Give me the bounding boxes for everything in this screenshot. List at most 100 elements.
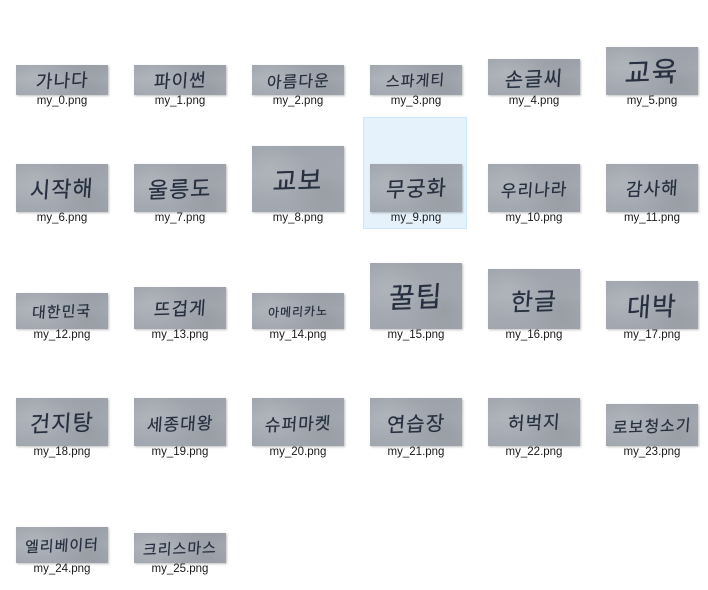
file-thumbnail[interactable]: 대박: [606, 281, 698, 329]
file-name-label: my_1.png: [154, 95, 206, 107]
file-tile[interactable]: 대한민국 my_12.png: [9, 234, 113, 346]
file-thumbnail[interactable]: 로보청소기: [606, 404, 698, 446]
file-thumbnail[interactable]: 시작해: [16, 164, 108, 212]
thumbnail-frame: 감사해: [600, 118, 704, 212]
handwriting-text: 한글: [509, 286, 558, 317]
file-tile[interactable]: 로보청소기 my_23.png: [599, 351, 703, 463]
file-thumbnail[interactable]: 크리스마스: [134, 533, 226, 563]
file-name-label: my_25.png: [151, 563, 209, 575]
file-name-label: my_7.png: [154, 212, 206, 224]
file-thumbnail[interactable]: 교육: [606, 47, 698, 95]
file-name-label: my_10.png: [505, 212, 563, 224]
thumbnail-frame: 허벅지: [482, 352, 586, 446]
thumbnail-frame: 로보청소기: [600, 352, 704, 446]
thumbnail-frame: 파이썬: [128, 1, 232, 95]
file-name-label: my_11.png: [623, 212, 681, 224]
file-tile[interactable]: 아메리카노 my_14.png: [245, 234, 349, 346]
file-tile[interactable]: 무궁화 my_9.png: [363, 117, 467, 229]
thumbnail-frame: 교보: [246, 118, 350, 212]
file-thumbnail[interactable]: 세종대왕: [134, 398, 226, 446]
file-tile[interactable]: 시작해 my_6.png: [9, 117, 113, 229]
file-thumbnail[interactable]: 무궁화: [370, 164, 462, 212]
file-name-label: my_24.png: [33, 563, 91, 575]
file-name-label: my_2.png: [272, 95, 324, 107]
handwriting-text: 감사해: [624, 178, 679, 201]
file-tile[interactable]: 크리스마스 my_25.png: [127, 468, 231, 580]
handwriting-text: 크리스마스: [142, 538, 218, 559]
thumbnail-frame: 시작해: [10, 118, 114, 212]
file-tile[interactable]: 건지탕 my_18.png: [9, 351, 113, 463]
file-tile[interactable]: 손글씨 my_4.png: [481, 0, 585, 112]
handwriting-text: 아메리카노: [267, 303, 329, 320]
file-tile[interactable]: 세종대왕 my_19.png: [127, 351, 231, 463]
file-tile[interactable]: 울릉도 my_7.png: [127, 117, 231, 229]
handwriting-text: 아름다운: [265, 70, 330, 93]
handwriting-text: 무궁화: [384, 175, 448, 203]
file-tile[interactable]: 허벅지 my_22.png: [481, 351, 585, 463]
file-thumbnail[interactable]: 파이썬: [134, 65, 226, 95]
file-tile[interactable]: 교보 my_8.png: [245, 117, 349, 229]
file-name-label: my_23.png: [623, 446, 681, 458]
handwriting-text: 교육: [623, 55, 680, 90]
file-thumbnail[interactable]: 대한민국: [16, 293, 108, 329]
file-name-label: my_4.png: [508, 95, 560, 107]
thumbnail-frame: 스파게티: [364, 1, 468, 95]
file-name-label: my_20.png: [269, 446, 327, 458]
file-tile[interactable]: 뜨겁게 my_13.png: [127, 234, 231, 346]
file-tile[interactable]: 파이썬 my_1.png: [127, 0, 231, 112]
file-thumbnail[interactable]: 연습장: [370, 398, 462, 446]
file-name-label: my_5.png: [626, 95, 678, 107]
thumbnail-frame: 건지탕: [10, 352, 114, 446]
thumbnail-frame: 엘리베이터: [10, 469, 114, 563]
handwriting-text: 대박: [625, 291, 678, 324]
file-thumbnail[interactable]: 가나다: [16, 65, 108, 95]
handwriting-text: 슈퍼마켓: [263, 413, 332, 436]
file-thumbnail[interactable]: 슈퍼마켓: [252, 398, 344, 446]
file-thumbnail[interactable]: 스파게티: [370, 65, 462, 95]
handwriting-text: 파이썬: [152, 70, 207, 93]
file-tile[interactable]: 스파게티 my_3.png: [363, 0, 467, 112]
file-thumbnail[interactable]: 감사해: [606, 164, 698, 212]
file-thumbnail[interactable]: 아메리카노: [252, 293, 344, 329]
file-grid: 가나다 my_0.png 파이썬 my_1.png 아름다운 my_2.png 스파게티 my…: [0, 0, 708, 590]
handwriting-text: 스파게티: [385, 70, 447, 91]
thumbnail-frame: 슈퍼마켓: [246, 352, 350, 446]
thumbnail-frame: 울릉도: [128, 118, 232, 212]
file-tile[interactable]: 대박 my_17.png: [599, 234, 703, 346]
thumbnail-frame: 대박: [600, 235, 704, 329]
file-tile[interactable]: 엘리베이터 my_24.png: [9, 468, 113, 580]
file-thumbnail[interactable]: 한글: [488, 269, 580, 329]
file-name-label: my_13.png: [151, 329, 209, 341]
file-thumbnail[interactable]: 울릉도: [134, 164, 226, 212]
file-thumbnail[interactable]: 손글씨: [488, 59, 580, 95]
thumbnail-frame: 손글씨: [482, 1, 586, 95]
handwriting-text: 허벅지: [506, 412, 561, 435]
file-tile[interactable]: 한글 my_16.png: [481, 234, 585, 346]
file-thumbnail[interactable]: 뜨겁게: [134, 287, 226, 329]
file-thumbnail[interactable]: 건지탕: [16, 398, 108, 446]
file-name-label: my_8.png: [272, 212, 324, 224]
file-thumbnail[interactable]: 교보: [252, 146, 344, 212]
file-name-label: my_17.png: [623, 329, 681, 341]
file-tile[interactable]: 우리나라 my_10.png: [481, 117, 585, 229]
file-tile[interactable]: 교육 my_5.png: [599, 0, 703, 112]
file-thumbnail[interactable]: 허벅지: [488, 398, 580, 446]
file-thumbnail[interactable]: 우리나라: [488, 164, 580, 212]
thumbnail-frame: 아름다운: [246, 1, 350, 95]
file-tile[interactable]: 연습장 my_21.png: [363, 351, 467, 463]
thumbnail-frame: 우리나라: [482, 118, 586, 212]
file-name-label: my_21.png: [387, 446, 445, 458]
file-tile[interactable]: 감사해 my_11.png: [599, 117, 703, 229]
file-thumbnail[interactable]: 아름다운: [252, 65, 344, 95]
file-thumbnail[interactable]: 엘리베이터: [16, 527, 108, 563]
handwriting-text: 건지탕: [29, 410, 95, 439]
file-name-label: my_6.png: [36, 212, 88, 224]
file-tile[interactable]: 슈퍼마켓 my_20.png: [245, 351, 349, 463]
handwriting-text: 시작해: [29, 176, 95, 205]
file-tile[interactable]: 가나다 my_0.png: [9, 0, 113, 112]
file-thumbnail[interactable]: 꿀팁: [370, 263, 462, 329]
file-tile[interactable]: 아름다운 my_2.png: [245, 0, 349, 112]
handwriting-text: 로보청소기: [611, 415, 692, 438]
thumbnail-frame: 연습장: [364, 352, 468, 446]
file-tile[interactable]: 꿀팁 my_15.png: [363, 234, 467, 346]
